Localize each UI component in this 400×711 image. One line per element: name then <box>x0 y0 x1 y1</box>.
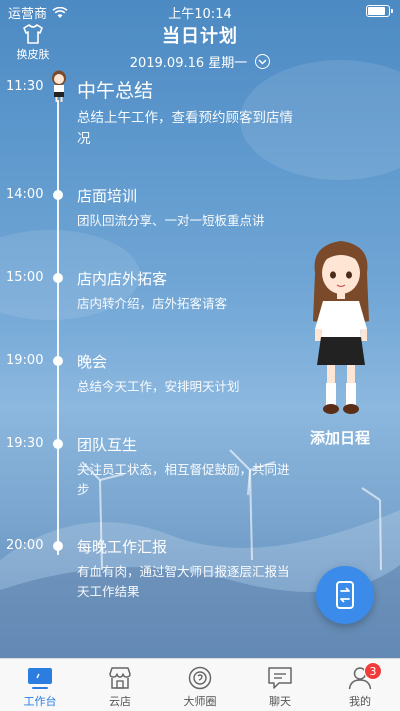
tab-profile[interactable]: 我的 3 <box>320 659 400 711</box>
timeline-dot <box>53 541 63 551</box>
timeline-dot <box>53 356 63 366</box>
tab-master-circle[interactable]: 大师圈 <box>160 659 240 711</box>
event-time: 19:30 <box>6 436 44 451</box>
event-time: 20:00 <box>6 538 44 553</box>
battery-icon <box>366 5 393 17</box>
tab-label: 我的 <box>349 695 371 708</box>
event-time: 11:30 <box>6 79 44 94</box>
timeline-dot <box>53 273 63 283</box>
event-description: 有血有肉，通过智大师日报逐层汇报当天工作结果 <box>77 564 290 599</box>
event-description: 关注员工状态，相互督促鼓励，共同进步 <box>77 462 290 497</box>
tab-label: 云店 <box>109 695 131 708</box>
chat-icon <box>268 667 292 689</box>
swap-phone-icon <box>336 581 354 609</box>
switch-view-button[interactable] <box>316 566 374 624</box>
event-description: 团队回流分享、一对一短板重点讲 <box>77 213 265 228</box>
date-label: 2019.09.16 星期一 <box>129 56 248 71</box>
current-time-avatar-icon <box>52 70 66 102</box>
workbench-icon <box>28 668 52 689</box>
event-time: 14:00 <box>6 187 44 202</box>
notification-badge: 3 <box>364 662 382 680</box>
event-description: 总结上午工作，查看预约顾客到店情况 <box>77 110 293 147</box>
timeline-line <box>57 100 59 555</box>
tab-label: 工作台 <box>23 695 57 708</box>
tab-chat[interactable]: 聊天 <box>240 659 320 711</box>
tab-cloud-store[interactable]: 云店 <box>80 659 160 711</box>
event-time: 19:00 <box>6 353 44 368</box>
event-title: 中午总结 <box>77 80 154 102</box>
cloud-store-icon <box>109 667 131 689</box>
chevron-down-icon[interactable] <box>255 54 271 69</box>
event-title: 团队互生 <box>77 436 138 454</box>
page-title: 当日计划 <box>162 26 238 47</box>
status-time: 上午10:14 <box>168 7 232 22</box>
app-screen: 运营商 上午10:14 换皮肤 当日计划 2019.09.16 星期一 11:3… <box>0 0 400 658</box>
add-schedule-button[interactable]: 添加日程 <box>302 427 378 448</box>
mascot-girl-illustration[interactable] <box>303 233 379 423</box>
event-title: 店面培训 <box>77 187 138 205</box>
event-title: 每晚工作汇报 <box>77 538 168 556</box>
tab-label: 聊天 <box>269 695 291 708</box>
date-selector[interactable]: 2019.09.16 星期一 <box>0 52 400 71</box>
master-circle-icon <box>188 666 212 690</box>
timeline-dot <box>53 439 63 449</box>
event-description: 总结今天工作，安排明天计划 <box>77 379 240 394</box>
status-bar: 运营商 上午10:14 <box>0 0 400 22</box>
event-time: 15:00 <box>6 270 44 285</box>
event-title: 店内店外拓客 <box>77 270 168 288</box>
timeline-dot <box>53 190 63 200</box>
tab-workbench[interactable]: 工作台 <box>0 659 80 711</box>
tab-label: 大师圈 <box>183 695 217 708</box>
bottom-tab-bar: 工作台 云店 大师圈 聊天 我的 3 <box>0 658 400 711</box>
event-description: 店内转介绍，店外拓客请客 <box>77 296 228 311</box>
event-title: 晚会 <box>77 353 108 371</box>
